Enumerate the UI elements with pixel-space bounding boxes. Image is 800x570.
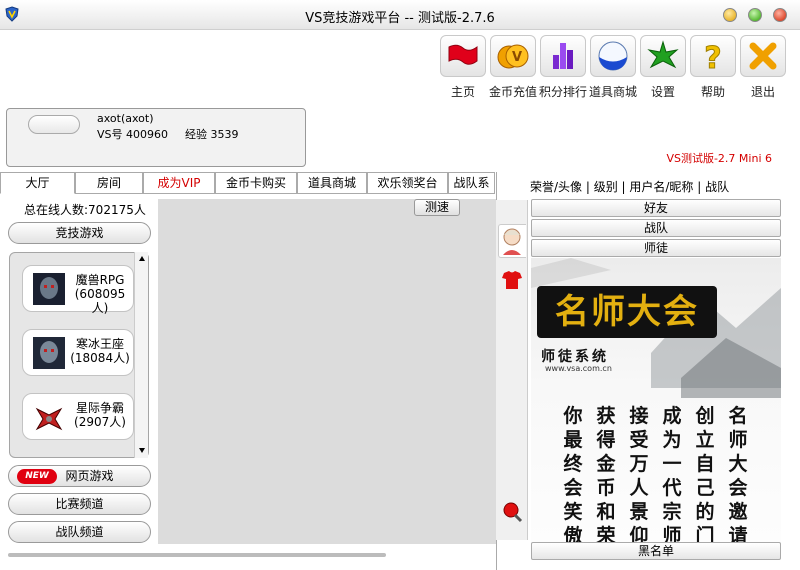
banner-text-column: 创立自己的门	[695, 405, 715, 542]
minimize-button[interactable]	[723, 8, 737, 22]
version-label: VS测试版-2.7 Mini 6	[666, 152, 772, 165]
frozen-throne-portrait-icon	[33, 337, 65, 369]
room-content-area	[158, 199, 496, 544]
svg-text:?: ?	[704, 41, 721, 72]
user-info-panel: axot(axot) VS号 400960 经验 3539	[6, 108, 306, 167]
svg-text:V: V	[512, 50, 522, 65]
tab-room[interactable]: 房间	[75, 172, 143, 194]
banner-title: 名师大会	[537, 286, 717, 338]
warcraft-portrait-icon	[33, 273, 65, 305]
tab-item-store[interactable]: 道具商城	[297, 172, 367, 194]
toolbar-recharge-button[interactable]: V 金币充值	[489, 35, 537, 100]
competitive-games-button[interactable]: 竞技游戏	[8, 222, 151, 244]
friends-button[interactable]: 好友	[531, 199, 781, 217]
username: axot(axot)	[97, 112, 154, 125]
game-card-frozen-throne[interactable]: 寒冰王座 (18084人)	[22, 329, 134, 376]
banner-url: www.vsa.com.cn	[545, 364, 612, 373]
side-tab-strip	[496, 200, 528, 540]
game-name: 星际争霸 (2907人)	[74, 401, 126, 429]
settings-star-icon	[640, 35, 686, 77]
starcraft-ship-icon	[33, 401, 65, 433]
close-button[interactable]	[773, 8, 787, 22]
maximize-button[interactable]	[748, 8, 762, 22]
banner-subtitle: 师徒系统	[541, 349, 609, 365]
clothing-icon[interactable]	[500, 268, 524, 292]
experience: 经验 3539	[185, 128, 239, 141]
banner-text-column: 接受万人景仰	[629, 405, 649, 542]
game-name: 寒冰王座 (18084人)	[70, 337, 130, 365]
team-button[interactable]: 战队	[531, 219, 781, 237]
toolbar-settings-button[interactable]: 设置	[640, 35, 686, 100]
side-tab-avatar[interactable]	[498, 224, 526, 258]
web-games-button[interactable]: NEW 网页游戏	[8, 465, 151, 487]
tab-lobby[interactable]: 大厅	[0, 172, 75, 194]
new-badge: NEW	[17, 469, 57, 484]
speed-test-button[interactable]: 测速	[414, 199, 460, 216]
game-list: 魔兽RPG (608095人) 寒冰王座 (18084人) 星际争霸 (2907人)	[9, 252, 149, 458]
game-card-starcraft[interactable]: 星际争霸 (2907人)	[22, 393, 134, 440]
tab-team[interactable]: 战队系	[448, 172, 495, 194]
toolbar-home-button[interactable]: 主页	[440, 35, 486, 100]
tab-become-vip[interactable]: 成为VIP	[143, 172, 215, 194]
user-avatar-toggle[interactable]	[28, 115, 80, 134]
toolbar-exit-label: 退出	[750, 85, 775, 99]
web-games-label: 网页游戏	[65, 469, 114, 483]
tab-prize-podium[interactable]: 欢乐领奖台	[367, 172, 448, 194]
banner-text-column: 成为一代宗师	[662, 405, 682, 542]
banner-text-column: 获得金币和荣	[596, 405, 616, 542]
online-count: 总在线人数:702175人	[24, 203, 146, 217]
game-card-warcraft-rpg[interactable]: 魔兽RPG (608095人)	[22, 265, 134, 315]
mentor-button[interactable]: 师徒	[531, 239, 781, 257]
main-tab-bar: 大厅 房间 成为VIP 金币卡购买 道具商城 欢乐领奖台 战队系	[0, 172, 495, 194]
toolbar-store-button[interactable]: 道具商城	[589, 35, 637, 100]
toolbar-ranking-button[interactable]: 积分排行	[539, 35, 587, 100]
search-icon[interactable]	[500, 500, 524, 524]
game-list-scrollbar[interactable]	[134, 252, 148, 458]
banner-text-column: 名师大会邀请	[728, 405, 748, 542]
vs-number: VS号 400960	[97, 128, 168, 141]
banner-text-column: 你最终会笑傲	[563, 405, 583, 542]
ranking-icon	[540, 35, 586, 77]
team-channel-button[interactable]: 战队频道	[8, 521, 151, 543]
help-question-icon: ?	[690, 35, 736, 77]
home-flag-icon	[440, 35, 486, 77]
friends-list-header: 荣誉/头像 | 级别 | 用户名/昵称 | 战队	[530, 180, 730, 194]
mentor-system-banner[interactable]: 名师大会 师徒系统 www.vsa.com.cn 名师大会邀请 创立自己的门 成…	[531, 258, 781, 542]
item-store-icon	[590, 35, 636, 77]
match-channel-button[interactable]: 比赛频道	[8, 493, 151, 515]
window-title: VS竞技游戏平台 -- 测试版-2.7.6	[305, 11, 495, 26]
tab-gold-card[interactable]: 金币卡购买	[215, 172, 297, 194]
exit-x-icon	[740, 35, 786, 77]
blacklist-button[interactable]: 黑名单	[531, 542, 781, 560]
horizontal-scrollbar[interactable]	[8, 553, 386, 557]
gold-coin-icon: V	[490, 35, 536, 77]
toolbar-help-button[interactable]: ? 帮助	[690, 35, 736, 100]
game-name: 魔兽RPG (608095人)	[74, 273, 126, 315]
toolbar-exit-button[interactable]: 退出	[740, 35, 786, 100]
